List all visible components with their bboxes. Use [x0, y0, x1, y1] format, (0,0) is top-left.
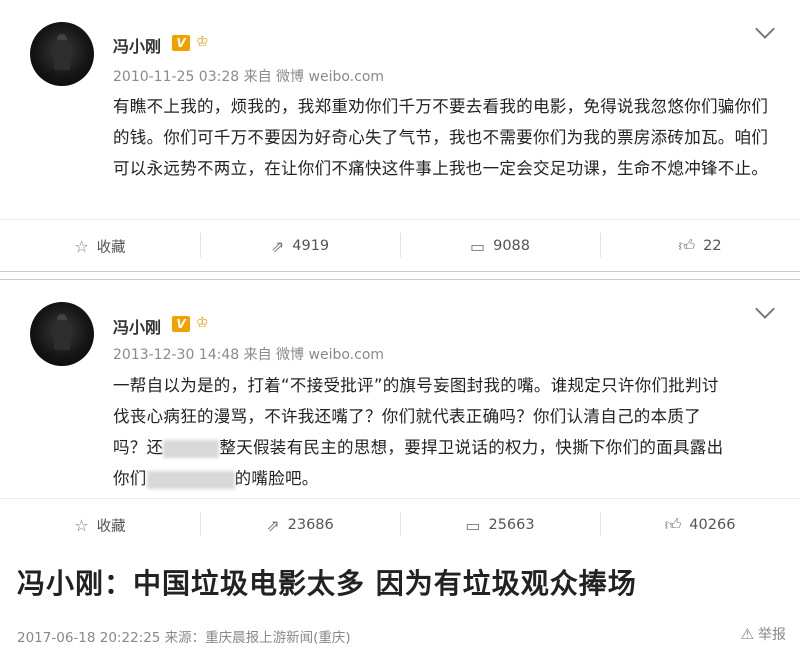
post-text: 一帮自以为是的，打着“不接受批评”的旗号妄图封我的嘴。谁规定只许你们批判讨 伐丧…: [113, 370, 773, 494]
favorite-label: 收藏: [96, 239, 126, 256]
comment-button[interactable]: ▭ 25663: [400, 499, 600, 551]
post-text-line: 你们xx的嘴脸吧。: [113, 469, 319, 489]
like-count: 22: [703, 238, 722, 254]
post-text: 有瞧不上我的，烦我的，我郑重劝你们千万不要去看我的电影，免得说我忽悠你们骗你们的…: [113, 97, 769, 178]
favorite-label: 收藏: [96, 518, 126, 535]
article-source: 2017-06-18 20:22:25 来源：重庆晨报上游新闻(重庆): [17, 630, 351, 646]
verified-badge: V: [172, 35, 190, 51]
like-button[interactable]: 👍︎ 40266: [600, 499, 800, 551]
comment-icon: ▭: [469, 236, 486, 256]
thumbs-up-icon: 👍︎: [678, 236, 696, 255]
article-headline: 冯小刚：中国垃圾电影太多 因为有垃圾观众捧场: [17, 567, 637, 600]
thumbs-up-icon: 👍︎: [664, 515, 682, 534]
avatar[interactable]: [30, 22, 94, 86]
avatar[interactable]: [30, 302, 94, 366]
post-meta: 2010-11-25 03:28 来自 微博 weibo.com: [113, 69, 385, 85]
vip-crown-icon: ♔: [196, 315, 209, 331]
comment-button[interactable]: ▭ 9088: [400, 220, 600, 272]
repost-button[interactable]: ⇗ 4919: [200, 220, 400, 272]
vip-crown-icon: ♔: [196, 34, 209, 50]
like-count: 40266: [689, 517, 736, 533]
mosaic-redaction: xx: [146, 470, 235, 489]
star-icon: ☆: [74, 236, 89, 256]
page: 冯小刚 V ♔ 2010-11-25 03:28 来自 微博 weibo.com…: [0, 0, 800, 663]
report-button[interactable]: ⚠ 举报: [741, 624, 786, 644]
chevron-down-icon[interactable]: [755, 299, 775, 319]
post-text-line: 伐丧心病狂的漫骂，不许我还嘴了？你们就代表正确吗？你们认清自己的本质了: [113, 407, 701, 426]
author-name[interactable]: 冯小刚: [113, 314, 161, 338]
repost-icon: ⇗: [270, 236, 285, 256]
mosaic-redaction: xx: [163, 439, 220, 458]
favorite-button[interactable]: ☆ 收藏: [0, 499, 200, 551]
star-icon: ☆: [74, 515, 89, 535]
post-text-line: 一帮自以为是的，打着“不接受批评”的旗号妄图封我的嘴。谁规定只许你们批判讨: [113, 376, 719, 395]
report-label: 举报: [758, 627, 786, 643]
repost-icon: ⇗: [266, 515, 280, 535]
weibo-post: 冯小刚 V ♔ 2010-11-25 03:28 来自 微博 weibo.com…: [0, 0, 800, 272]
repost-count: 23686: [287, 517, 334, 533]
weibo-post: 冯小刚 V ♔ 2013-12-30 14:48 来自 微博 weibo.com…: [0, 279, 800, 549]
author-name[interactable]: 冯小刚: [113, 33, 161, 57]
like-button[interactable]: 👍︎ 22: [600, 220, 800, 272]
warning-icon: ⚠: [740, 625, 754, 643]
chevron-down-icon[interactable]: [755, 19, 775, 39]
comment-count: 25663: [488, 517, 535, 533]
post-text-line: 吗？还xx整天假装有民主的思想，要捍卫说话的权力，快撕下你们的面具露出: [113, 438, 724, 458]
comment-count: 9088: [493, 238, 531, 254]
action-bar: ☆ 收藏 ⇗ 23686 ▭ 25663 👍︎ 40266: [0, 498, 800, 550]
comment-icon: ▭: [465, 515, 481, 535]
favorite-button[interactable]: ☆ 收藏: [0, 220, 200, 272]
verified-badge: V: [172, 316, 190, 332]
repost-count: 4919: [292, 238, 330, 254]
action-bar: ☆ 收藏 ⇗ 4919 ▭ 9088 👍︎ 22: [0, 219, 800, 271]
repost-button[interactable]: ⇗ 23686: [200, 499, 400, 551]
post-meta: 2013-12-30 14:48 来自 微博 weibo.com: [113, 347, 385, 363]
